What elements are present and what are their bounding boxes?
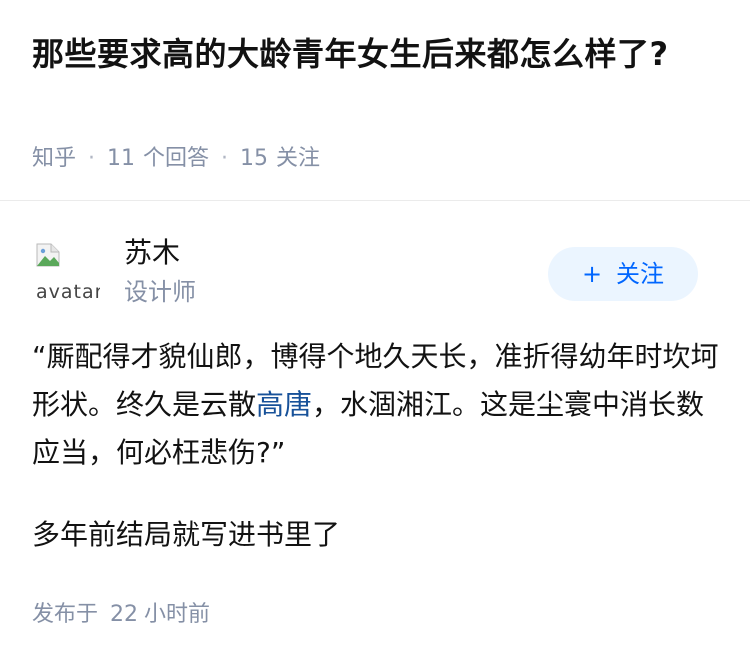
follower-count-label: 关注 (276, 146, 321, 171)
keyword-link[interactable]: 高唐 (256, 388, 312, 421)
separator-dot: · (221, 146, 229, 171)
question-meta: 知乎 · 11 个回答 · 15 关注 (32, 144, 320, 174)
publish-prefix: 发布于 (32, 602, 99, 627)
author-headline: 设计师 (124, 278, 196, 306)
follow-button-label: 关注 (616, 260, 665, 288)
answer-count-label: 个回答 (143, 146, 210, 171)
avatar[interactable]: avatar (32, 241, 100, 309)
answer-paragraph: 多年前结局就写进书里了 (32, 518, 341, 551)
avatar-alt-text: avatar (36, 281, 100, 303)
answer-content: “厮配得才貌仙郎，博得个地久天长，准折得幼年时坎坷形状。终久是云散高唐，水涸湘江… (32, 333, 722, 559)
follower-count: 15 (240, 146, 269, 171)
answer-card: avatar 苏木 设计师 + 关注 “厮配得才貌仙郎，博得个地久天长，准折得幼年… (0, 201, 750, 670)
author-name[interactable]: 苏木 (124, 233, 180, 273)
broken-image-icon (36, 243, 60, 267)
publish-time: 发布于 22 小时前 (32, 599, 210, 631)
publish-number: 22 (110, 602, 139, 627)
separator-dot: · (88, 146, 96, 171)
follow-button[interactable]: + 关注 (548, 247, 698, 301)
answer-count: 11 (107, 146, 136, 171)
source-label[interactable]: 知乎 (32, 146, 76, 171)
answer-paragraph: “厮配得才貌仙郎，博得个地久天长，准折得幼年时坎坷形状。终久是云散高唐，水涸湘江… (32, 333, 722, 477)
question-header: 那些要求高的大龄青年女生后来都怎么样了? 知乎 · 11 个回答 · 15 关注 (0, 0, 750, 200)
question-title[interactable]: 那些要求高的大龄青年女生后来都怎么样了? (32, 28, 718, 80)
plus-icon: + (581, 260, 603, 288)
publish-unit: 小时前 (144, 602, 211, 627)
